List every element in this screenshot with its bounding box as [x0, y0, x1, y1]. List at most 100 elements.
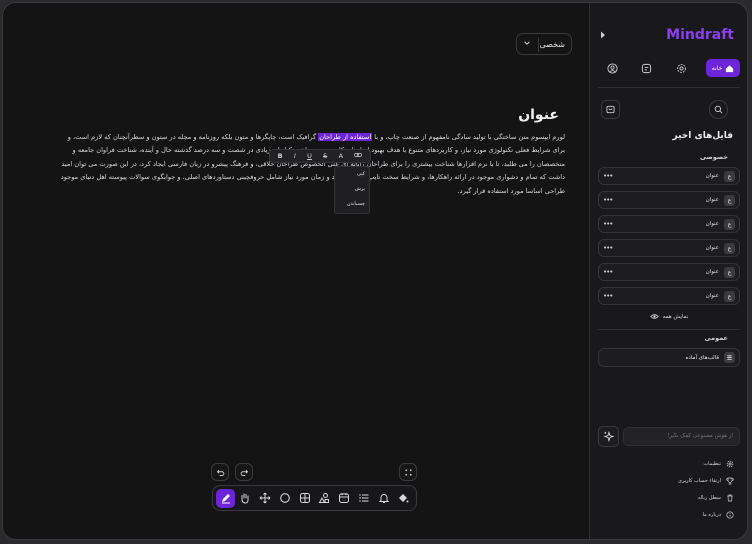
- body-text-rest: گرافیک است، چاپگرها و متون بلکه روزنامه …: [60, 133, 565, 195]
- templates-item[interactable]: قالب‌های آماده: [598, 348, 740, 367]
- file-name: عنوان: [705, 245, 719, 251]
- gear-icon: [726, 460, 734, 468]
- circle-tool[interactable]: [275, 489, 294, 508]
- file-item[interactable]: ع عنوان •••: [598, 239, 740, 257]
- file-item[interactable]: ع عنوان •••: [598, 167, 740, 185]
- list-tool[interactable]: [354, 489, 373, 508]
- file-name: عنوان: [705, 269, 719, 275]
- workspace-select[interactable]: شخصی: [516, 33, 572, 55]
- templates-label: قالب‌های آماده: [685, 354, 720, 361]
- italic-button[interactable]: I: [294, 152, 296, 160]
- grid-button[interactable]: [399, 463, 417, 481]
- trash-icon: [727, 494, 733, 502]
- boards-nav-button[interactable]: [637, 58, 657, 78]
- ai-sparkle-button[interactable]: [598, 425, 619, 447]
- menu-item-copy[interactable]: کپی: [335, 167, 369, 182]
- app-window: شخصی عنوان لورم ایپسوم متن ساختگی با تول…: [2, 2, 748, 540]
- font-button[interactable]: A: [339, 152, 343, 160]
- more-options-icon[interactable]: •••: [603, 172, 613, 180]
- user-icon: [606, 62, 618, 74]
- workspace-label: شخصی: [539, 39, 565, 49]
- document-title[interactable]: عنوان: [518, 107, 559, 123]
- file-item[interactable]: ع عنوان •••: [598, 287, 740, 305]
- move-arrows-icon: [259, 492, 271, 504]
- file-badge: ع: [724, 242, 735, 254]
- file-name: عنوان: [705, 221, 719, 227]
- undo-icon: [216, 469, 224, 476]
- divider: [598, 329, 740, 330]
- editor-area: شخصی عنوان لورم ایپسوم متن ساختگی با تول…: [3, 3, 589, 539]
- list-icon: [359, 494, 369, 502]
- file-item[interactable]: ع عنوان •••: [598, 263, 740, 281]
- frame-tool[interactable]: [295, 489, 314, 508]
- inbox-icon: [606, 105, 615, 114]
- ai-assistant: [598, 425, 740, 447]
- show-all-button[interactable]: نمایش همه: [590, 313, 747, 320]
- profile-nav-button[interactable]: [602, 58, 622, 78]
- info-icon: [726, 511, 734, 519]
- menu-upgrade-label: ارتقاء حساب کاربری: [678, 478, 721, 484]
- paint-bucket-icon: [399, 494, 409, 503]
- inbox-button[interactable]: [601, 100, 620, 119]
- sparkle-icon: [603, 430, 614, 442]
- board-icon: [642, 63, 652, 73]
- menu-about[interactable]: درباره ما: [703, 510, 734, 520]
- drawing-toolbar: [212, 485, 417, 511]
- search-button[interactable]: [709, 100, 728, 119]
- format-toolbar: B I U S A: [269, 149, 371, 163]
- menu-trash[interactable]: سطل زباله: [698, 493, 734, 503]
- link-button[interactable]: [354, 152, 363, 160]
- public-section-title: عمومی: [704, 334, 728, 342]
- hand-icon: [241, 493, 249, 504]
- frame-icon: [299, 493, 310, 503]
- strikethrough-button[interactable]: S: [323, 152, 327, 160]
- underline-button[interactable]: U: [307, 152, 312, 160]
- search-icon: [714, 105, 723, 114]
- file-badge: ع: [724, 194, 735, 206]
- hand-tool[interactable]: [236, 489, 255, 508]
- chevron-down-icon: [523, 39, 531, 49]
- menu-item-paste[interactable]: چسباندن: [335, 197, 369, 212]
- fill-tool[interactable]: [394, 489, 413, 508]
- context-menu: کپی برش چسباندن: [334, 166, 370, 214]
- pen-icon: [221, 494, 230, 504]
- move-tool[interactable]: [256, 489, 275, 508]
- ai-prompt-input[interactable]: [623, 426, 740, 446]
- file-item[interactable]: ع عنوان •••: [598, 215, 740, 233]
- selected-text[interactable]: استفاده از طراحان: [318, 133, 373, 141]
- circle-icon: [279, 493, 290, 503]
- menu-trash-label: سطل زباله: [697, 495, 721, 501]
- more-options-icon[interactable]: •••: [603, 292, 613, 300]
- menu-item-cut[interactable]: برش: [335, 182, 369, 197]
- document-body[interactable]: لورم ایپسوم متن ساختگی با تولید سادگی نا…: [57, 131, 565, 198]
- more-options-icon[interactable]: •••: [603, 220, 613, 228]
- menu-settings-label: تنظیمات: [703, 461, 721, 467]
- file-badge: ع: [724, 170, 735, 182]
- shapes-icon: [318, 493, 330, 503]
- menu-about-label: درباره ما: [702, 512, 721, 518]
- more-options-icon[interactable]: •••: [603, 268, 613, 276]
- recent-files-title: فایل‌های اخیر: [672, 131, 733, 141]
- shapes-tool[interactable]: [315, 489, 334, 508]
- pen-tool[interactable]: [216, 488, 235, 508]
- more-options-icon[interactable]: •••: [603, 196, 613, 204]
- more-options-icon[interactable]: •••: [603, 244, 613, 252]
- undo-button[interactable]: [211, 463, 229, 481]
- file-item[interactable]: ع عنوان •••: [598, 191, 740, 209]
- file-name: عنوان: [705, 197, 719, 203]
- template-icon: [724, 352, 735, 363]
- file-badge: ع: [724, 290, 735, 302]
- bold-button[interactable]: B: [278, 152, 283, 160]
- collapse-sidebar-icon[interactable]: [600, 31, 606, 41]
- grid-dots-icon: [404, 468, 412, 476]
- file-name: عنوان: [705, 293, 719, 299]
- show-all-label: نمایش همه: [662, 313, 689, 320]
- menu-upgrade[interactable]: ارتقاء حساب کاربری: [678, 476, 734, 486]
- menu-settings[interactable]: تنظیمات: [703, 459, 734, 469]
- calendar-tool[interactable]: [335, 489, 354, 508]
- home-nav-button[interactable]: خانه: [705, 59, 740, 77]
- notification-tool[interactable]: [374, 489, 393, 508]
- sidebar: Mindraft خانه فایل‌های اخیر خصوصی: [589, 3, 747, 539]
- settings-nav-button[interactable]: [671, 58, 691, 78]
- redo-button[interactable]: [235, 463, 253, 481]
